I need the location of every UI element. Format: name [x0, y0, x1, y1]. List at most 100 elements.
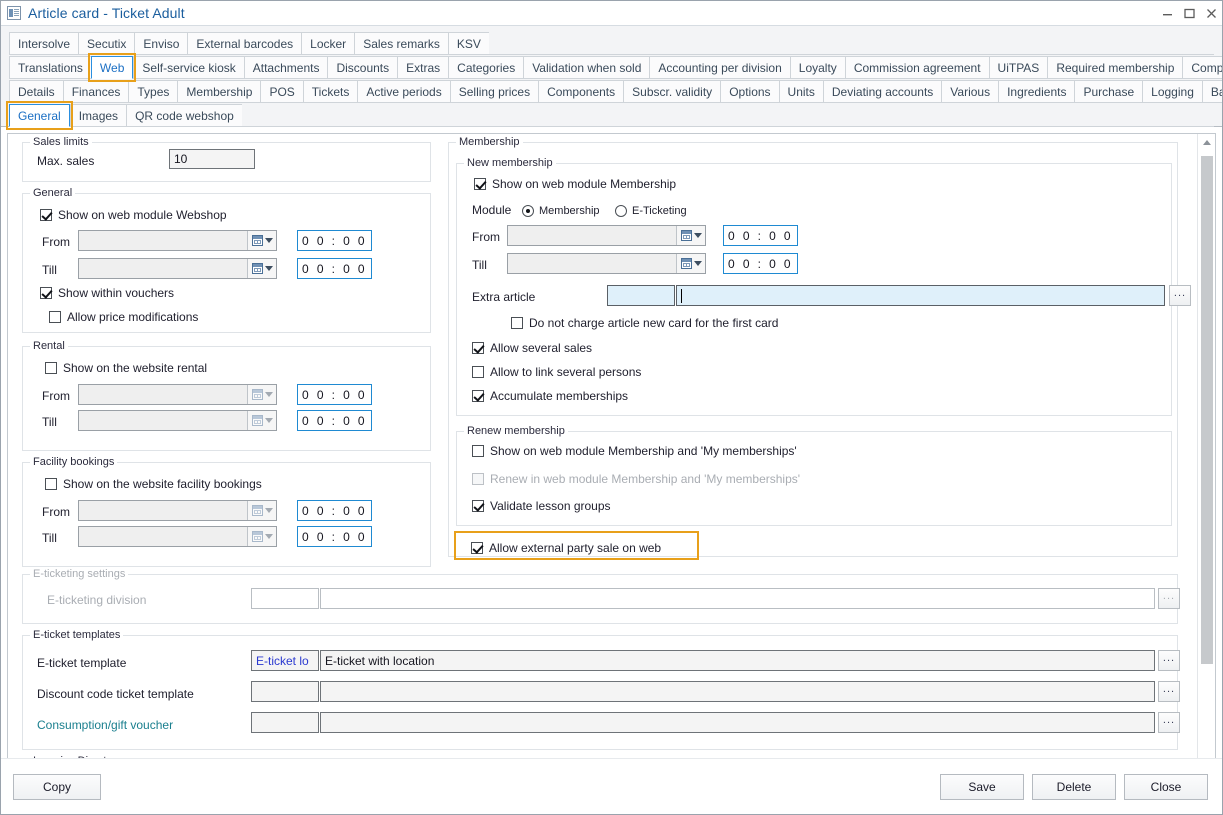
tab-intersolve[interactable]: Intersolve [9, 32, 78, 55]
tab-attachments[interactable]: Attachments [244, 56, 328, 79]
save-button[interactable]: Save [940, 774, 1024, 800]
max-sales-input[interactable]: 10 [169, 149, 255, 169]
extra-article-browse-button[interactable]: ... [1169, 285, 1191, 306]
discount-code-ticket-template-code-input[interactable] [251, 681, 319, 702]
eticket-template-browse-button[interactable]: ... [1158, 650, 1180, 671]
facility-from-date-picker[interactable] [78, 500, 277, 521]
tab-barcodes[interactable]: Barcodes [1202, 80, 1223, 103]
tab-details[interactable]: Details [9, 80, 63, 103]
tab-types[interactable]: Types [128, 80, 177, 103]
rental-from-time-input[interactable]: 0 0 : 0 0 [297, 384, 372, 405]
close-button[interactable]: Close [1124, 774, 1208, 800]
general-from-date-picker[interactable] [78, 230, 277, 251]
tab-enviso[interactable]: Enviso [134, 32, 187, 55]
tab-sales-remarks[interactable]: Sales remarks [354, 32, 448, 55]
rental-from-date-input[interactable] [79, 385, 247, 404]
tab-various[interactable]: Various [941, 80, 998, 103]
rental-till-date-input[interactable] [79, 411, 247, 430]
tab-pos[interactable]: POS [260, 80, 302, 103]
tab-components[interactable]: Components [538, 80, 623, 103]
calendar-icon[interactable] [247, 259, 276, 278]
tab-companies[interactable]: Companies [1182, 56, 1223, 79]
tab-selling-prices[interactable]: Selling prices [450, 80, 538, 103]
tab-locker[interactable]: Locker [301, 32, 354, 55]
calendar-icon[interactable] [676, 226, 705, 245]
tab-logging[interactable]: Logging [1142, 80, 1202, 103]
tab-web[interactable]: Web [91, 56, 133, 79]
calendar-icon[interactable] [247, 385, 276, 404]
tab-ksv[interactable]: KSV [448, 32, 489, 55]
tab-uitpas[interactable]: UiTPAS [989, 56, 1048, 79]
checkbox-allow-several-sales[interactable]: Allow several sales [472, 341, 592, 355]
membership-from-date-picker[interactable] [507, 225, 706, 246]
general-from-time-input[interactable]: 0 0 : 0 0 [297, 230, 372, 251]
maximize-icon[interactable] [1178, 1, 1200, 25]
checkbox-show-on-the-website-rental[interactable]: Show on the website rental [45, 361, 207, 375]
membership-till-date-picker[interactable] [507, 253, 706, 274]
tab-self-service-kiosk[interactable]: Self-service kiosk [133, 56, 243, 79]
checkbox-show-on-web-module-webshop[interactable]: Show on web module Webshop [40, 208, 227, 222]
checkbox-accumulate-memberships[interactable]: Accumulate memberships [472, 389, 628, 403]
minimize-icon[interactable] [1156, 1, 1178, 25]
facility-till-time-input[interactable]: 0 0 : 0 0 [297, 526, 372, 547]
checkbox-allow-price-modifications[interactable]: Allow price modifications [49, 310, 198, 324]
tab-images[interactable]: Images [70, 104, 126, 127]
radio-module-eticketing[interactable]: E-Ticketing [615, 205, 687, 217]
general-till-time-input[interactable]: 0 0 : 0 0 [297, 258, 372, 279]
eticket-template-code-input[interactable]: E-ticket lo [251, 650, 319, 671]
close-icon[interactable] [1200, 1, 1222, 25]
scroll-up-icon[interactable] [1198, 134, 1216, 151]
calendar-icon[interactable] [247, 411, 276, 430]
consumption-gift-voucher-name-input[interactable] [320, 712, 1155, 733]
checkbox-show-on-the-website-facility-bookings[interactable]: Show on the website facility bookings [45, 477, 262, 491]
general-till-date-picker[interactable] [78, 258, 277, 279]
tab-loyalty[interactable]: Loyalty [790, 56, 845, 79]
checkbox-show-within-vouchers[interactable]: Show within vouchers [40, 286, 174, 300]
tab-validation-when-sold[interactable]: Validation when sold [523, 56, 649, 79]
membership-till-time-input[interactable]: 0 0 : 0 0 [723, 253, 798, 274]
tab-deviating-accounts[interactable]: Deviating accounts [823, 80, 941, 103]
consumption-gift-voucher-code-input[interactable] [251, 712, 319, 733]
tab-subscr-validity[interactable]: Subscr. validity [623, 80, 720, 103]
vertical-scrollbar[interactable] [1197, 134, 1215, 772]
tab-purchase[interactable]: Purchase [1074, 80, 1142, 103]
tab-required-membership[interactable]: Required membership [1047, 56, 1182, 79]
tab-categories[interactable]: Categories [448, 56, 523, 79]
checkbox-show-on-web-module-membership[interactable]: Show on web module Membership [474, 177, 676, 191]
consumption-gift-voucher-browse-button[interactable]: ... [1158, 712, 1180, 733]
tab-secutix[interactable]: Secutix [78, 32, 134, 55]
facility-till-date-picker[interactable] [78, 526, 277, 547]
consumption-gift-voucher-label[interactable]: Consumption/gift voucher [37, 718, 173, 732]
general-till-date-input[interactable] [79, 259, 247, 278]
delete-button[interactable]: Delete [1032, 774, 1116, 800]
checkbox-do-not-charge-article-new-card[interactable]: Do not charge article new card for the f… [511, 316, 778, 330]
general-from-date-input[interactable] [79, 231, 247, 250]
discount-code-ticket-template-browse-button[interactable]: ... [1158, 681, 1180, 702]
tab-extras[interactable]: Extras [397, 56, 448, 79]
tab-discounts[interactable]: Discounts [327, 56, 397, 79]
tab-ingredients[interactable]: Ingredients [998, 80, 1074, 103]
tab-commission-agreement[interactable]: Commission agreement [845, 56, 989, 79]
facility-from-date-input[interactable] [79, 501, 247, 520]
rental-from-date-picker[interactable] [78, 384, 277, 405]
tab-membership[interactable]: Membership [177, 80, 260, 103]
rental-till-time-input[interactable]: 0 0 : 0 0 [297, 410, 372, 431]
tab-active-periods[interactable]: Active periods [357, 80, 449, 103]
facility-from-time-input[interactable]: 0 0 : 0 0 [297, 500, 372, 521]
rental-till-date-picker[interactable] [78, 410, 277, 431]
checkbox-validate-lesson-groups[interactable]: Validate lesson groups [472, 499, 611, 513]
radio-module-membership[interactable]: Membership [522, 205, 600, 217]
checkbox-show-on-web-module-membership-my-memberships[interactable]: Show on web module Membership and 'My me… [472, 444, 797, 458]
calendar-icon[interactable] [676, 254, 705, 273]
tab-units[interactable]: Units [779, 80, 823, 103]
checkbox-allow-to-link-several-persons[interactable]: Allow to link several persons [472, 365, 641, 379]
membership-from-date-input[interactable] [508, 226, 676, 245]
facility-till-date-input[interactable] [79, 527, 247, 546]
eticket-template-name-input[interactable]: E-ticket with location [320, 650, 1155, 671]
scrollbar-thumb[interactable] [1201, 156, 1213, 664]
tab-external-barcodes[interactable]: External barcodes [187, 32, 301, 55]
tab-tickets[interactable]: Tickets [303, 80, 358, 103]
checkbox-allow-external-party-sale-on-web[interactable]: Allow external party sale on web [471, 541, 661, 555]
tab-qr-code-webshop[interactable]: QR code webshop [126, 104, 242, 127]
membership-from-time-input[interactable]: 0 0 : 0 0 [723, 225, 798, 246]
